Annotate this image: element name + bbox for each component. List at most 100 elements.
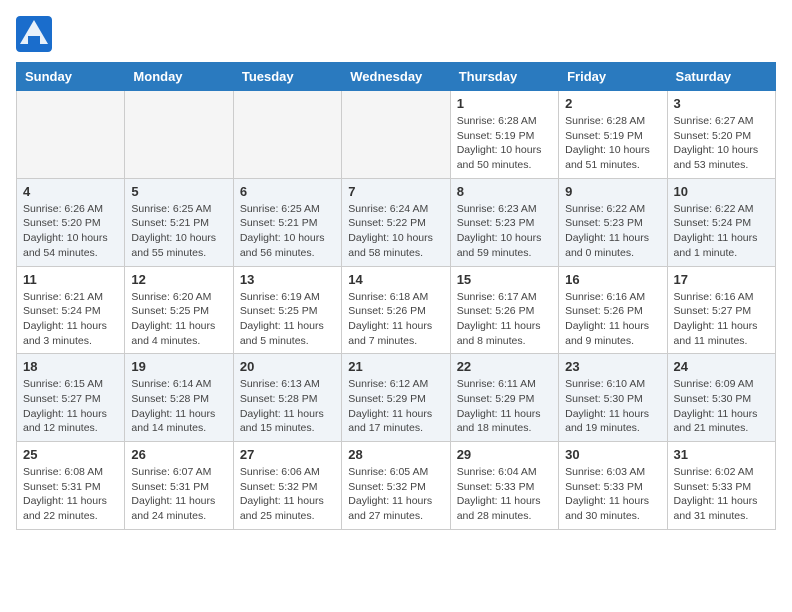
page-header: [16, 16, 776, 52]
calendar-cell: 29Sunrise: 6:04 AM Sunset: 5:33 PM Dayli…: [450, 442, 558, 530]
day-info: Sunrise: 6:28 AM Sunset: 5:19 PM Dayligh…: [457, 114, 552, 173]
calendar-cell: 1Sunrise: 6:28 AM Sunset: 5:19 PM Daylig…: [450, 91, 558, 179]
day-info: Sunrise: 6:25 AM Sunset: 5:21 PM Dayligh…: [131, 202, 226, 261]
day-info: Sunrise: 6:16 AM Sunset: 5:27 PM Dayligh…: [674, 290, 769, 349]
day-info: Sunrise: 6:17 AM Sunset: 5:26 PM Dayligh…: [457, 290, 552, 349]
calendar-cell: [342, 91, 450, 179]
calendar-cell: 19Sunrise: 6:14 AM Sunset: 5:28 PM Dayli…: [125, 354, 233, 442]
logo: [16, 16, 56, 52]
day-number: 27: [240, 447, 335, 462]
calendar-cell: [17, 91, 125, 179]
day-number: 11: [23, 272, 118, 287]
calendar-cell: 11 Sunrise: 6:21 AM Sunset: 5:24 PM Dayli…: [17, 266, 125, 354]
calendar-cell: 4 Sunrise: 6:26 AM Sunset: 5:20 PM Daylig…: [17, 178, 125, 266]
calendar-cell: 27 Sunrise: 6:06 AM Sunset: 5:32 PM Dayli…: [233, 442, 341, 530]
weekday-header-thursday: Thursday: [450, 63, 558, 91]
calendar-cell: [233, 91, 341, 179]
day-number: 18: [23, 359, 118, 374]
calendar-cell: 18Sunrise: 6:15 AM Sunset: 5:27 PM Dayli…: [17, 354, 125, 442]
calendar-week-3: 11 Sunrise: 6:21 AM Sunset: 5:24 PM Dayli…: [17, 266, 776, 354]
calendar-cell: 8 Sunrise: 6:23 AM Sunset: 5:23 PM Daylig…: [450, 178, 558, 266]
logo-icon: [16, 16, 52, 52]
calendar-cell: 31 Sunrise: 6:02 AM Sunset: 5:33 PM Dayli…: [667, 442, 775, 530]
calendar-cell: 25 Sunrise: 6:08 AM Sunset: 5:31 PM Dayli…: [17, 442, 125, 530]
calendar-cell: 2 Sunrise: 6:28 AM Sunset: 5:19 PM Daylig…: [559, 91, 667, 179]
weekday-header-friday: Friday: [559, 63, 667, 91]
day-number: 7: [348, 184, 443, 199]
day-number: 16: [565, 272, 660, 287]
day-info: Sunrise: 6:18 AM Sunset: 5:26 PM Dayligh…: [348, 290, 443, 349]
day-number: 21: [348, 359, 443, 374]
calendar-table: SundayMondayTuesdayWednesdayThursdayFrid…: [16, 62, 776, 530]
calendar-cell: 3 Sunrise: 6:27 AM Sunset: 5:20 PM Daylig…: [667, 91, 775, 179]
day-number: 20: [240, 359, 335, 374]
calendar-cell: 22 Sunrise: 6:11 AM Sunset: 5:29 PM Dayli…: [450, 354, 558, 442]
day-number: 31: [674, 447, 769, 462]
day-number: 8: [457, 184, 552, 199]
day-info: Sunrise: 6:11 AM Sunset: 5:29 PM Dayligh…: [457, 377, 552, 436]
calendar-week-1: 1Sunrise: 6:28 AM Sunset: 5:19 PM Daylig…: [17, 91, 776, 179]
calendar-cell: 20 Sunrise: 6:13 AM Sunset: 5:28 PM Dayli…: [233, 354, 341, 442]
day-number: 3: [674, 96, 769, 111]
day-info: Sunrise: 6:13 AM Sunset: 5:28 PM Dayligh…: [240, 377, 335, 436]
day-number: 14: [348, 272, 443, 287]
day-info: Sunrise: 6:28 AM Sunset: 5:19 PM Dayligh…: [565, 114, 660, 173]
calendar-cell: 14 Sunrise: 6:18 AM Sunset: 5:26 PM Dayli…: [342, 266, 450, 354]
calendar-cell: 10 Sunrise: 6:22 AM Sunset: 5:24 PM Dayli…: [667, 178, 775, 266]
calendar-cell: 23Sunrise: 6:10 AM Sunset: 5:30 PM Dayli…: [559, 354, 667, 442]
day-info: Sunrise: 6:12 AM Sunset: 5:29 PM Dayligh…: [348, 377, 443, 436]
calendar-week-5: 25 Sunrise: 6:08 AM Sunset: 5:31 PM Dayli…: [17, 442, 776, 530]
day-number: 10: [674, 184, 769, 199]
calendar-cell: 7 Sunrise: 6:24 AM Sunset: 5:22 PM Daylig…: [342, 178, 450, 266]
calendar-cell: 5Sunrise: 6:25 AM Sunset: 5:21 PM Daylig…: [125, 178, 233, 266]
calendar-cell: 15Sunrise: 6:17 AM Sunset: 5:26 PM Dayli…: [450, 266, 558, 354]
day-number: 6: [240, 184, 335, 199]
calendar-cell: 13 Sunrise: 6:19 AM Sunset: 5:25 PM Dayli…: [233, 266, 341, 354]
day-number: 23: [565, 359, 660, 374]
day-info: Sunrise: 6:23 AM Sunset: 5:23 PM Dayligh…: [457, 202, 552, 261]
calendar-cell: 6Sunrise: 6:25 AM Sunset: 5:21 PM Daylig…: [233, 178, 341, 266]
day-info: Sunrise: 6:22 AM Sunset: 5:24 PM Dayligh…: [674, 202, 769, 261]
calendar-cell: 12Sunrise: 6:20 AM Sunset: 5:25 PM Dayli…: [125, 266, 233, 354]
day-info: Sunrise: 6:03 AM Sunset: 5:33 PM Dayligh…: [565, 465, 660, 524]
day-number: 12: [131, 272, 226, 287]
day-info: Sunrise: 6:06 AM Sunset: 5:32 PM Dayligh…: [240, 465, 335, 524]
calendar-cell: 26 Sunrise: 6:07 AM Sunset: 5:31 PM Dayli…: [125, 442, 233, 530]
day-number: 28: [348, 447, 443, 462]
day-info: Sunrise: 6:02 AM Sunset: 5:33 PM Dayligh…: [674, 465, 769, 524]
calendar-week-4: 18Sunrise: 6:15 AM Sunset: 5:27 PM Dayli…: [17, 354, 776, 442]
weekday-header-row: SundayMondayTuesdayWednesdayThursdayFrid…: [17, 63, 776, 91]
calendar-cell: 17 Sunrise: 6:16 AM Sunset: 5:27 PM Dayli…: [667, 266, 775, 354]
weekday-header-sunday: Sunday: [17, 63, 125, 91]
calendar-cell: 16Sunrise: 6:16 AM Sunset: 5:26 PM Dayli…: [559, 266, 667, 354]
day-info: Sunrise: 6:22 AM Sunset: 5:23 PM Dayligh…: [565, 202, 660, 261]
day-info: Sunrise: 6:19 AM Sunset: 5:25 PM Dayligh…: [240, 290, 335, 349]
day-info: Sunrise: 6:08 AM Sunset: 5:31 PM Dayligh…: [23, 465, 118, 524]
weekday-header-tuesday: Tuesday: [233, 63, 341, 91]
day-number: 13: [240, 272, 335, 287]
weekday-header-saturday: Saturday: [667, 63, 775, 91]
day-info: Sunrise: 6:05 AM Sunset: 5:32 PM Dayligh…: [348, 465, 443, 524]
calendar-cell: 24Sunrise: 6:09 AM Sunset: 5:30 PM Dayli…: [667, 354, 775, 442]
day-number: 24: [674, 359, 769, 374]
calendar-cell: 28 Sunrise: 6:05 AM Sunset: 5:32 PM Dayli…: [342, 442, 450, 530]
day-info: Sunrise: 6:04 AM Sunset: 5:33 PM Dayligh…: [457, 465, 552, 524]
day-info: Sunrise: 6:26 AM Sunset: 5:20 PM Dayligh…: [23, 202, 118, 261]
day-info: Sunrise: 6:21 AM Sunset: 5:24 PM Dayligh…: [23, 290, 118, 349]
calendar-cell: 30 Sunrise: 6:03 AM Sunset: 5:33 PM Dayli…: [559, 442, 667, 530]
day-number: 19: [131, 359, 226, 374]
day-info: Sunrise: 6:27 AM Sunset: 5:20 PM Dayligh…: [674, 114, 769, 173]
day-number: 2: [565, 96, 660, 111]
weekday-header-monday: Monday: [125, 63, 233, 91]
day-info: Sunrise: 6:07 AM Sunset: 5:31 PM Dayligh…: [131, 465, 226, 524]
day-number: 25: [23, 447, 118, 462]
weekday-header-wednesday: Wednesday: [342, 63, 450, 91]
calendar-cell: 21 Sunrise: 6:12 AM Sunset: 5:29 PM Dayli…: [342, 354, 450, 442]
day-number: 22: [457, 359, 552, 374]
day-number: 4: [23, 184, 118, 199]
day-info: Sunrise: 6:24 AM Sunset: 5:22 PM Dayligh…: [348, 202, 443, 261]
calendar-cell: [125, 91, 233, 179]
day-number: 26: [131, 447, 226, 462]
day-number: 30: [565, 447, 660, 462]
day-number: 17: [674, 272, 769, 287]
